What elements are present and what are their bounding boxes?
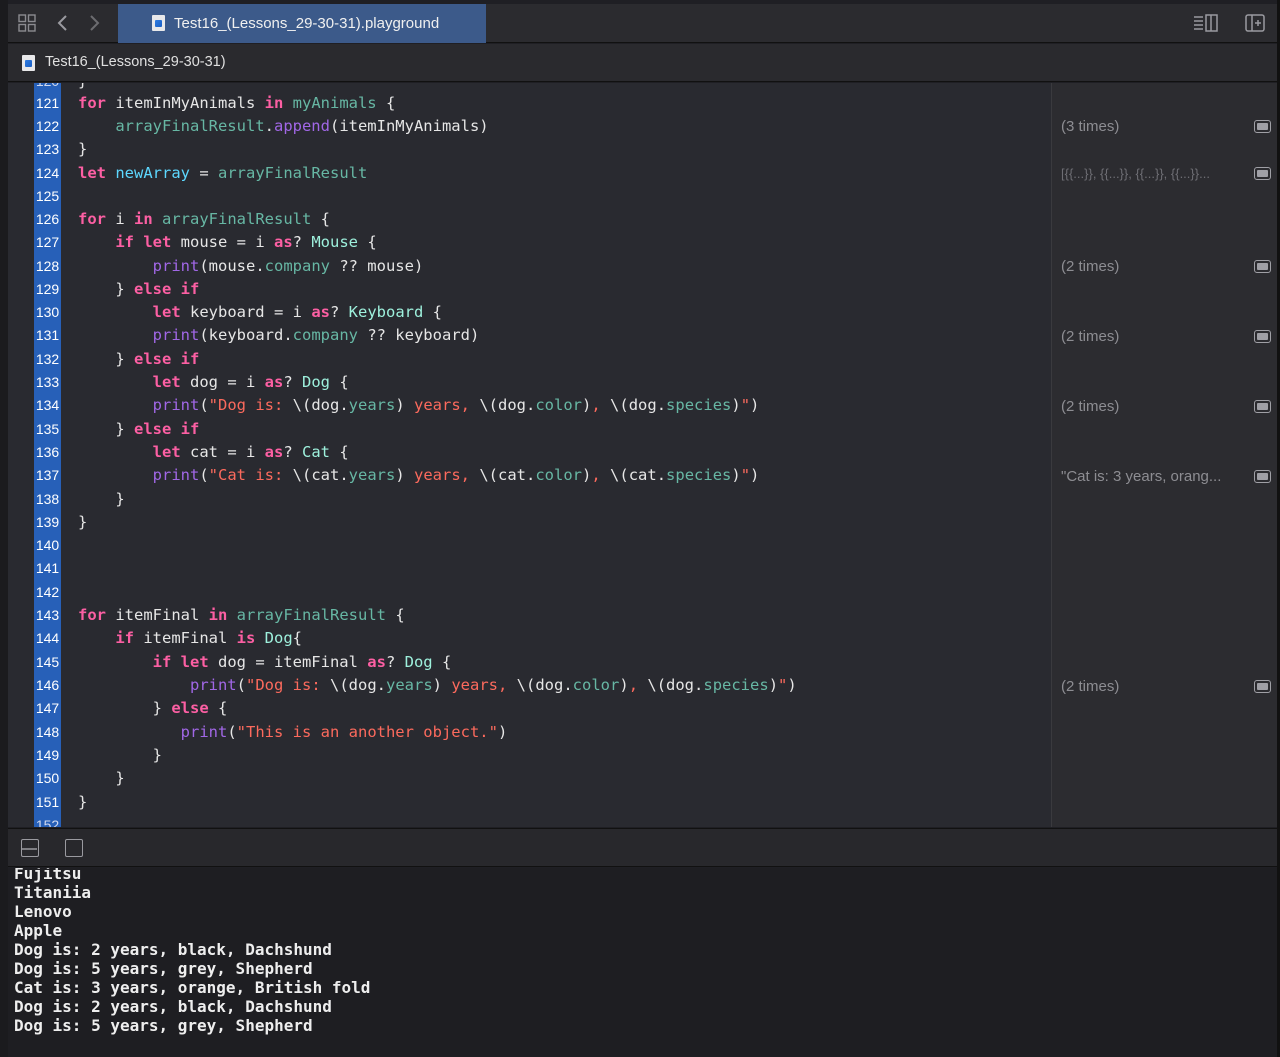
console-line: Lenovo (14, 902, 72, 921)
code-line: 129 } else if (35, 280, 200, 298)
code-line: 149 } (35, 746, 162, 764)
result-line-146: (2 times) (1061, 675, 1271, 698)
code-line: 139} (35, 513, 88, 531)
console-line: Dog is: 5 years, grey, Shepherd (14, 1016, 313, 1035)
code-line: 144 if itemFinal is Dog{ (35, 629, 303, 647)
code-line: 141 (35, 560, 60, 576)
code-line: 134 print("Dog is: \(dog.years) years, \… (35, 396, 760, 414)
console-line: Apple (14, 921, 63, 940)
jump-bar-file[interactable]: Test16_(Lessons_29-30-31) (45, 54, 226, 70)
quick-look-icon[interactable] (1254, 167, 1271, 180)
code-line: 123} (35, 140, 88, 158)
quick-look-icon[interactable] (1254, 470, 1271, 483)
code-line: 136 let cat = i as? Cat { (35, 443, 349, 461)
result-line-124: [{{...}}, {{...}}, {{...}}, {{...}}... (1061, 162, 1271, 185)
result-line-134: (2 times) (1061, 395, 1271, 418)
code-line: 135 } else if (35, 420, 200, 438)
code-line: 126 for i in arrayFinalResult { (35, 210, 330, 228)
console-line: Cat is: 3 years, orange, British fold (14, 978, 371, 997)
code-line: 137 print("Cat is: \(cat.years) years, \… (35, 466, 760, 484)
code-line: 143 for itemFinal in arrayFinalResult { (35, 606, 405, 624)
code-editor[interactable]: 120} 121for itemInMyAnimals in myAnimals… (8, 83, 1051, 827)
code-line: 151} (35, 793, 88, 811)
swift-file-icon (152, 15, 165, 31)
code-line: 125 (35, 188, 60, 204)
add-editor-icon[interactable] (1244, 12, 1266, 34)
code-line: 138 } (35, 490, 125, 508)
tab-playground[interactable]: Test16_(Lessons_29-30-31).playground (118, 4, 486, 43)
inspector-icon[interactable] (1193, 12, 1219, 34)
quick-look-icon[interactable] (1254, 260, 1271, 273)
chevron-right-icon[interactable] (83, 12, 105, 34)
console-line: Dog is: 2 years, black, Dachshund (14, 940, 332, 959)
code-line: 133 let dog = i as? Dog { (35, 373, 349, 391)
quick-look-icon[interactable] (1254, 330, 1271, 343)
code-line: 146 print("Dog is: \(dog.years) years, \… (35, 676, 797, 694)
quick-look-icon[interactable] (1254, 400, 1271, 413)
jump-bar: Test16_(Lessons_29-30-31) (8, 44, 1277, 82)
code-line: 124 let newArray = arrayFinalResult (35, 164, 368, 182)
code-line: 131 print(keyboard.company ?? keyboard) (35, 326, 480, 344)
console-line: Titaniia (14, 883, 92, 902)
result-line-128: (2 times) (1061, 255, 1271, 278)
swift-file-icon (22, 55, 35, 71)
code-line: 122 arrayFinalResult.append(itemInMyAnim… (35, 117, 489, 135)
grid-icon[interactable] (16, 12, 38, 34)
code-line: 150 } (35, 769, 125, 787)
code-line: 142 (35, 584, 60, 600)
code-line: 148 print("This is an another object.") (35, 723, 508, 741)
quick-look-icon[interactable] (1254, 120, 1271, 133)
code-line: 132 } else if (35, 350, 200, 368)
result-line-122: (3 times) (1061, 115, 1271, 138)
hide-debug-area-icon[interactable] (21, 839, 39, 857)
console-toggle-icon[interactable] (65, 839, 83, 857)
chevron-left-icon[interactable] (52, 12, 74, 34)
tab-label: Test16_(Lessons_29-30-31).playground (174, 15, 440, 32)
result-line-131: (2 times) (1061, 325, 1271, 348)
code-line: 145 if let dog = itemFinal as? Dog { (35, 653, 452, 671)
quick-look-icon[interactable] (1254, 680, 1271, 693)
console-line: Dog is: 2 years, black, Dachshund (14, 997, 332, 1016)
code-line: 140 (35, 537, 60, 553)
results-sidebar (1051, 83, 1277, 827)
xcode-window: Test16_(Lessons_29-30-31).playground Tes… (0, 0, 1280, 1057)
result-line-137: "Cat is: 3 years, orang... (1061, 465, 1271, 488)
console-output: Fujitsu Titaniia Lenovo Apple Dog is: 2 … (8, 868, 1277, 1057)
debug-bar (8, 828, 1277, 867)
code-line: 147 } else { (35, 699, 228, 717)
code-line: 128 print(mouse.company ?? mouse) (35, 257, 424, 275)
code-line: 127 if let mouse = i as? Mouse { (35, 233, 377, 251)
code-line: 152 (35, 817, 60, 827)
tab-bar: Test16_(Lessons_29-30-31).playground (8, 4, 1277, 43)
window-left-edge (0, 0, 8, 1057)
console-line: Fujitsu (14, 868, 82, 883)
code-line: 121 for itemInMyAnimals in myAnimals { (35, 94, 396, 112)
code-line: 130 let keyboard = i as? Keyboard { (35, 303, 442, 321)
console-line: Dog is: 5 years, grey, Shepherd (14, 959, 313, 978)
